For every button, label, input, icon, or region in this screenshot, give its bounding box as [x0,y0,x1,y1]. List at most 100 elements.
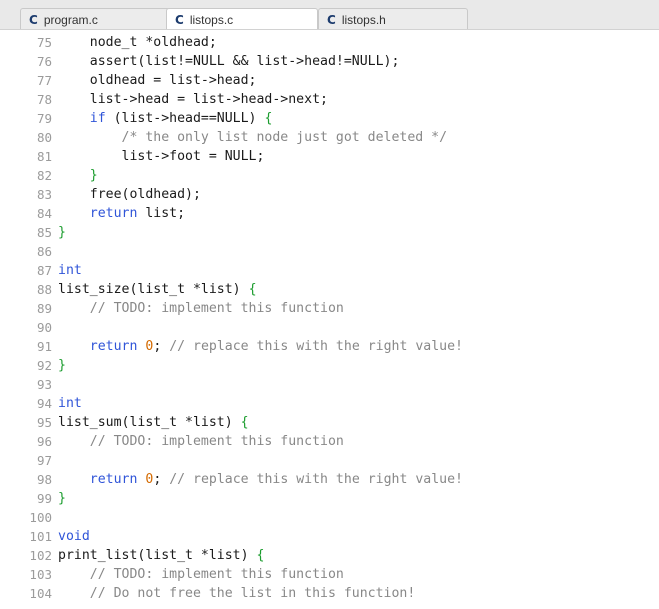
line-number: 87 [36,263,52,278]
code-text: return list; [58,204,185,223]
code-line[interactable]: 77 oldhead = list->head; [0,71,659,90]
code-token: list->foot = NULL; [58,149,265,164]
code-token: void [58,529,90,544]
line-number: 77 [36,73,52,88]
line-number: 82 [36,168,52,183]
code-text: } [58,166,98,185]
code-token: if [58,111,106,126]
code-token: // replace this with the right value! [169,339,463,354]
code-token: (list->head==NULL) [105,111,265,126]
code-token: print_list(list_t *list) [58,548,257,563]
line-number: 76 [36,54,52,69]
code-token: // replace this with the right value! [169,472,463,487]
code-text: // TODO: implement this function [58,432,344,451]
code-token: free(oldhead); [58,187,201,202]
code-line[interactable]: 86 [0,242,659,261]
code-line[interactable]: 104 // Do not free the list in this func… [0,584,659,603]
code-text: list_size(list_t *list) { [58,280,257,299]
tab-program-c[interactable]: C program.c [20,8,170,29]
code-token: { [256,548,265,563]
code-line[interactable]: 91 return 0; // replace this with the ri… [0,337,659,356]
line-number: 104 [29,586,52,601]
code-line[interactable]: 85} [0,223,659,242]
line-number: 99 [36,491,52,506]
code-text: /* the only list node just got deleted *… [58,128,448,147]
code-text: } [58,356,66,375]
code-token: return [58,339,138,354]
line-number: 75 [36,35,52,50]
line-number: 95 [36,415,52,430]
code-line[interactable]: 97 [0,451,659,470]
tab-listops-h[interactable]: C listops.h [318,8,468,29]
code-editor[interactable]: 75 node_t *oldhead; 76 assert(list!=NULL … [0,31,659,609]
code-line[interactable]: 99} [0,489,659,508]
code-line[interactable]: 102 print_list(list_t *list) { [0,546,659,565]
code-text: // TODO: implement this function [58,565,344,584]
code-token: list_sum(list_t *list) [58,415,241,430]
code-token: list_size(list_t *list) [58,282,249,297]
code-token: return [58,206,138,221]
c-file-icon: C [29,13,38,27]
line-number: 90 [36,320,52,335]
code-token: list->head = list->head->next; [58,92,328,107]
line-number: 100 [29,510,52,525]
code-line[interactable]: 98 return 0; // replace this with the ri… [0,470,659,489]
line-number: 84 [36,206,52,221]
line-number: 96 [36,434,52,449]
code-line[interactable]: 96 // TODO: implement this function [0,432,659,451]
code-line[interactable]: 90 [0,318,659,337]
c-file-icon: C [175,13,184,27]
code-line[interactable]: 82 } [0,166,659,185]
code-token: // TODO: implement this function [58,301,344,316]
code-line[interactable]: 89 // TODO: implement this function [0,299,659,318]
tab-listops-c[interactable]: C listops.c [166,8,318,29]
code-text: // Do not free the list in this function… [58,584,416,603]
line-number: 91 [36,339,52,354]
code-line[interactable]: 101 void [0,527,659,546]
line-number: 80 [36,130,52,145]
line-number: 81 [36,149,52,164]
code-token: } [58,491,66,506]
line-number: 102 [29,548,52,563]
code-token: list; [137,206,186,221]
line-number: 101 [29,529,52,544]
code-line[interactable]: 83 free(oldhead); [0,185,659,204]
code-text: } [58,489,66,508]
code-token: int [58,263,82,278]
code-token: ; [153,472,170,487]
code-line[interactable]: 75 node_t *oldhead; [0,33,659,52]
code-token: { [248,282,257,297]
code-text: print_list(list_t *list) { [58,546,264,565]
code-line[interactable]: 84 return list; [0,204,659,223]
line-number: 86 [36,244,52,259]
code-token: // TODO: implement this function [58,434,344,449]
code-line[interactable]: 100 [0,508,659,527]
code-line[interactable]: 103 // TODO: implement this function [0,565,659,584]
code-line[interactable]: 92} [0,356,659,375]
line-number: 94 [36,396,52,411]
code-text: int [58,261,82,280]
code-line[interactable]: 80 /* the only list node just got delete… [0,128,659,147]
code-text: void [58,527,90,546]
code-line[interactable]: 79 if (list->head==NULL) { [0,109,659,128]
code-token: assert(list!=NULL && list->head!=NULL); [58,54,400,69]
code-text: if (list->head==NULL) { [58,109,273,128]
line-number: 103 [29,567,52,582]
code-line[interactable]: 94 int [0,394,659,413]
code-text: assert(list!=NULL && list->head!=NULL); [58,52,400,71]
code-line[interactable]: 76 assert(list!=NULL && list->head!=NULL… [0,52,659,71]
code-line[interactable]: 87 int [0,261,659,280]
c-file-icon: C [327,13,336,27]
code-line[interactable]: 93 [0,375,659,394]
line-number: 98 [36,472,52,487]
code-line[interactable]: 78 list->head = list->head->next; [0,90,659,109]
code-text: return 0; // replace this with the right… [58,470,463,489]
code-line[interactable]: 81 list->foot = NULL; [0,147,659,166]
code-text: } [58,223,66,242]
code-line[interactable]: 88 list_size(list_t *list) { [0,280,659,299]
code-token: /* the only list node just got deleted *… [58,130,448,145]
code-token: { [264,111,273,126]
code-line[interactable]: 95 list_sum(list_t *list) { [0,413,659,432]
line-number: 79 [36,111,52,126]
code-text: oldhead = list->head; [58,71,257,90]
